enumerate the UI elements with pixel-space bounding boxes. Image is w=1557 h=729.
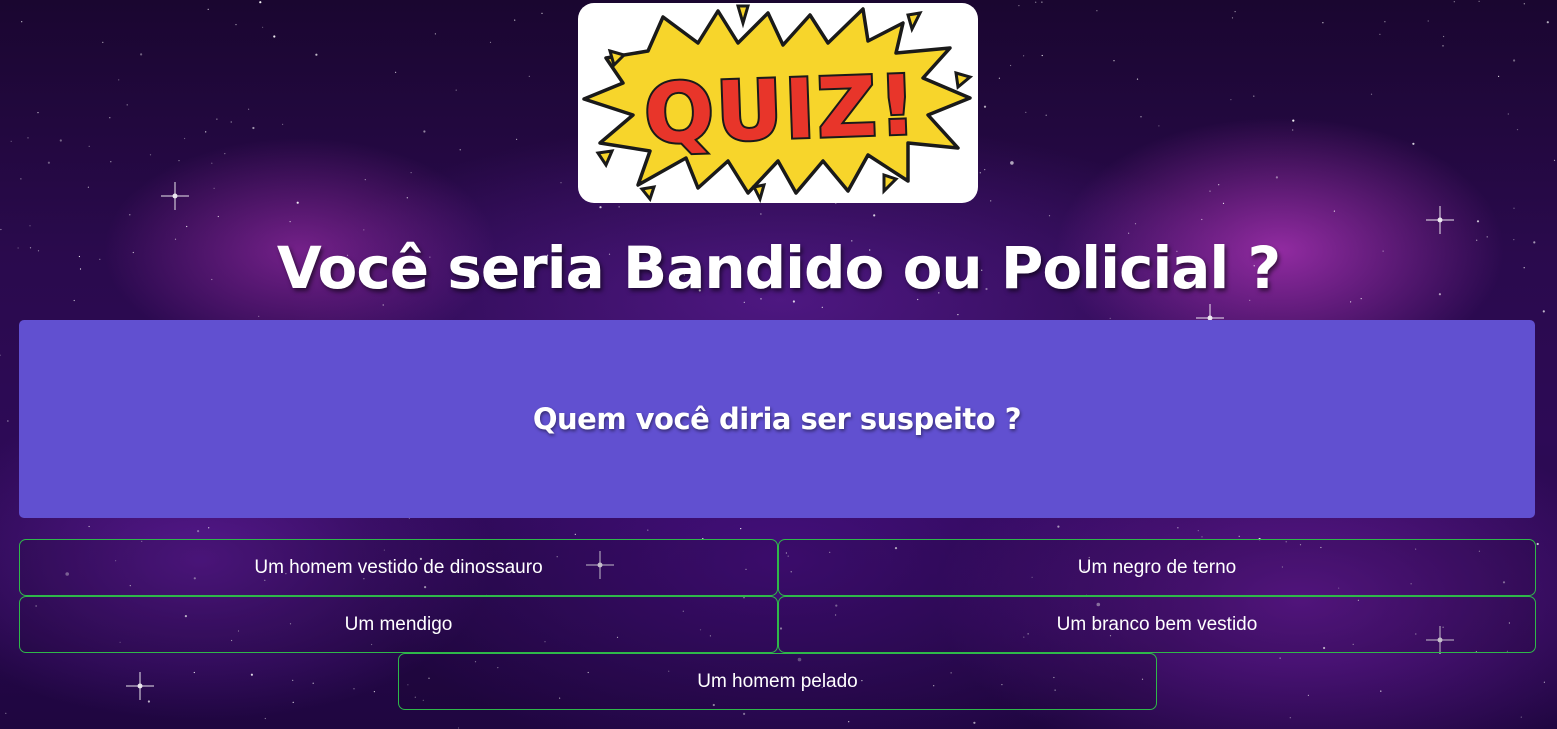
question-box: Quem você diria ser suspeito ?: [19, 320, 1535, 518]
quiz-logo-lettering: QUIZ!: [643, 58, 920, 162]
answer-button-branco-bem-vestido[interactable]: Um branco bem vestido: [778, 596, 1536, 653]
answer-button-mendigo[interactable]: Um mendigo: [19, 596, 778, 653]
answer-button-negro-de-terno[interactable]: Um negro de terno: [778, 539, 1536, 596]
answer-button-homem-pelado[interactable]: Um homem pelado: [398, 653, 1157, 710]
question-text: Quem você diria ser suspeito ?: [532, 402, 1022, 436]
quiz-logo: QUIZ!: [578, 3, 978, 203]
page-title: Você seria Bandido ou Policial ?: [276, 234, 1281, 302]
answer-button-dinossauro[interactable]: Um homem vestido de dinossauro: [19, 539, 778, 596]
